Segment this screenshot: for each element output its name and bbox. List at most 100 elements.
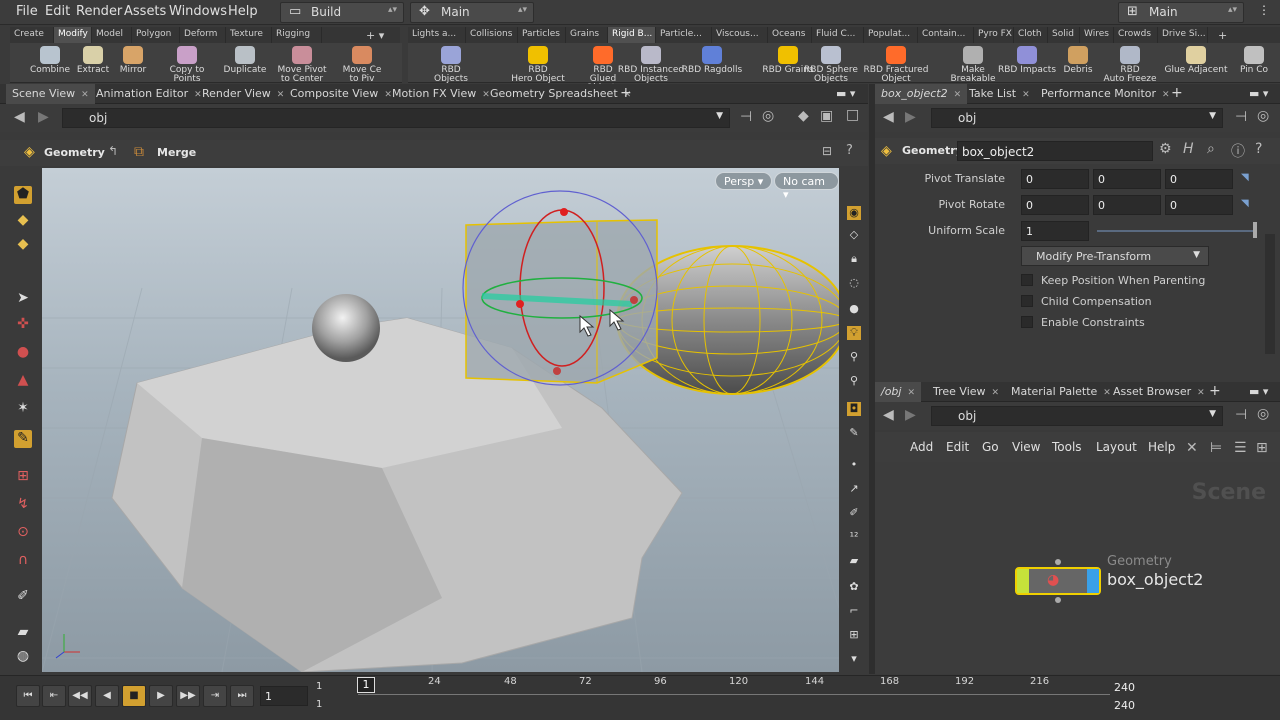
arrow-tool-icon[interactable]: ➤ [14,290,32,308]
network-menu-help[interactable]: Help [1148,440,1175,454]
shelf-tab-texture[interactable]: Texture [226,27,272,43]
network-menu-go[interactable]: Go [982,440,999,454]
link-icon[interactable]: ◎ [762,108,774,124]
number-icon[interactable]: ¹² [847,530,861,544]
tab-asset-browser[interactable]: Asset Browser ✕ [1107,382,1211,402]
tool-rbd[interactable]: RBD Ragdolls [678,43,746,83]
list-icon[interactable]: ☰ [1234,440,1247,456]
forward-icon[interactable]: ▶ [38,109,49,125]
end-frame[interactable]: 240 [1114,681,1135,694]
search-icon[interactable]: ⌕ [1207,141,1215,157]
shelf-tab-right[interactable]: Solid [1048,27,1080,43]
pin-icon[interactable]: ⊣ [1235,109,1247,125]
shelf-tab-right[interactable]: Pyro FX [974,27,1014,43]
tree-icon[interactable]: ⊨ [1210,440,1222,456]
handle-point[interactable] [516,300,524,308]
lock-icon[interactable]: 🔒︎ [847,252,861,266]
close-icon[interactable]: ✕ [992,388,1000,398]
link-icon[interactable]: ◎ [1257,108,1269,124]
tool-rbd[interactable]: Make Breakable [948,43,998,84]
stop-icon[interactable]: ■ [122,685,146,707]
node-output-port[interactable] [1055,597,1061,603]
keep-position-checkbox[interactable] [1021,274,1033,286]
node-input-port[interactable] [1055,559,1061,565]
pin-icon[interactable]: ⊣ [1235,407,1247,423]
link-icon[interactable]: ◎ [1257,406,1269,422]
tool-rbd[interactable]: Pin Co [1234,43,1274,83]
network-menu-edit[interactable]: Edit [946,440,969,454]
tool-move-center[interactable]: Move Ce to Piv [340,43,384,84]
shelf-tab-right[interactable]: Contain... [918,27,974,43]
shelf-tab-right[interactable]: Populat... [864,27,918,43]
step-back-key-icon[interactable]: ⇤ [42,685,66,707]
back-icon[interactable]: ◀ [883,407,894,423]
magnet-icon[interactable]: ∩ [14,552,32,570]
wire-icon[interactable]: ◇ [847,228,861,242]
light-icon[interactable]: 💡︎ [847,326,861,340]
frame-field[interactable]: 1 [260,686,308,706]
pivot-translate-y[interactable]: 0 [1093,169,1161,189]
persp-menu[interactable]: Persp ▾ [715,172,773,190]
sphere-object[interactable] [312,294,380,362]
tab-tree-view[interactable]: Tree View ✕ [927,382,1005,402]
tab-box-object2[interactable]: box_object2 ✕ [875,84,968,104]
menu-edit[interactable]: Edit [45,4,70,19]
tool-rbd[interactable]: Glue Adjacent [1164,43,1228,83]
pen-icon[interactable]: ✐ [847,506,861,520]
handle-tool-icon[interactable]: ◆ [14,236,32,254]
network-menu-add[interactable]: Add [910,440,933,454]
light3-icon[interactable]: ⚲ [847,374,861,388]
jump-icon[interactable]: ↰ [108,144,118,158]
current-frame-marker[interactable]: 1 [357,677,375,693]
shelf-tab-create[interactable]: Create [10,27,54,43]
chevron-down-icon[interactable]: ▼ [1209,111,1216,121]
shelf-tab-right[interactable]: Particle... [656,27,712,43]
network-selector[interactable]: ✥ Main ▴▾ [410,2,534,23]
measure-icon[interactable]: ↗ [847,482,861,496]
tool-rbd[interactable]: RBD Sphere Objects [800,43,862,84]
end-frame-2[interactable]: 240 [1114,699,1135,712]
network-path-field[interactable]: obj ▼ [931,406,1223,426]
menu-file[interactable]: File [16,4,38,19]
pivot-translate-x[interactable]: 0 [1021,169,1089,189]
shelf-tab-right[interactable]: Wires [1080,27,1114,43]
tab-composite-view[interactable]: Composite View ✕ [284,84,398,104]
display-icon[interactable]: ◉ [847,206,861,220]
rotate-tool-icon[interactable]: ● [14,344,32,362]
close-icon[interactable]: ✕ [1022,90,1030,100]
step-back-icon[interactable]: ◀◀ [68,685,92,707]
uniform-scale-field[interactable]: 1 [1021,221,1089,241]
desktop-selector[interactable]: ▭ Build ▴▾ [280,2,404,23]
pivot-rotate-x[interactable]: 0 [1021,195,1089,215]
forward-icon[interactable]: ▶ [905,109,916,125]
tool-rbd[interactable]: RBD Hero Object [506,43,570,84]
more-icon[interactable]: ▾ [847,652,861,666]
network-menu-view[interactable]: View [1012,440,1040,454]
grid-icon[interactable]: ⊞ [1256,440,1268,456]
tab-performance-monitor[interactable]: Performance Monitor ✕ [1035,84,1176,104]
close-icon[interactable]: ✕ [954,90,962,100]
select-icon[interactable]: ▣ [820,108,833,124]
tab-animation-editor[interactable]: Animation Editor ✕ [90,84,208,104]
tab-render-view[interactable]: Render View ✕ [196,84,290,104]
shelf-tab-right[interactable]: Collisions [466,27,518,43]
add-tab-icon[interactable]: + [614,82,638,102]
shelf-tab-right[interactable]: Cloth [1014,27,1048,43]
brush2-icon[interactable]: ✎ [847,426,861,440]
shelf-tab-polygon[interactable]: Polygon [132,27,180,43]
enable-constraints-checkbox[interactable] [1021,316,1033,328]
scene-viewport[interactable]: Persp ▾ No cam ▾ [42,168,839,672]
step-forward-key-icon[interactable]: ⇥ [203,685,227,707]
gear-icon[interactable]: ⚙ [1159,141,1172,157]
handle-point[interactable] [630,296,638,304]
node-name-field[interactable]: box_object2 [957,141,1153,161]
add-tab-icon[interactable]: + ▾ [362,27,398,43]
tool-duplicate[interactable]: Duplicate [222,43,268,83]
render-icon[interactable]: ◍ [14,648,32,666]
network-menu-tools[interactable]: Tools [1052,440,1082,454]
handle-point[interactable] [560,208,568,216]
square-icon[interactable]: □ [846,107,859,123]
display-options-icon[interactable]: ⊟ [822,144,832,158]
dot-icon[interactable]: • [847,458,861,472]
tool-rbd[interactable]: RBD Objects [424,43,478,84]
